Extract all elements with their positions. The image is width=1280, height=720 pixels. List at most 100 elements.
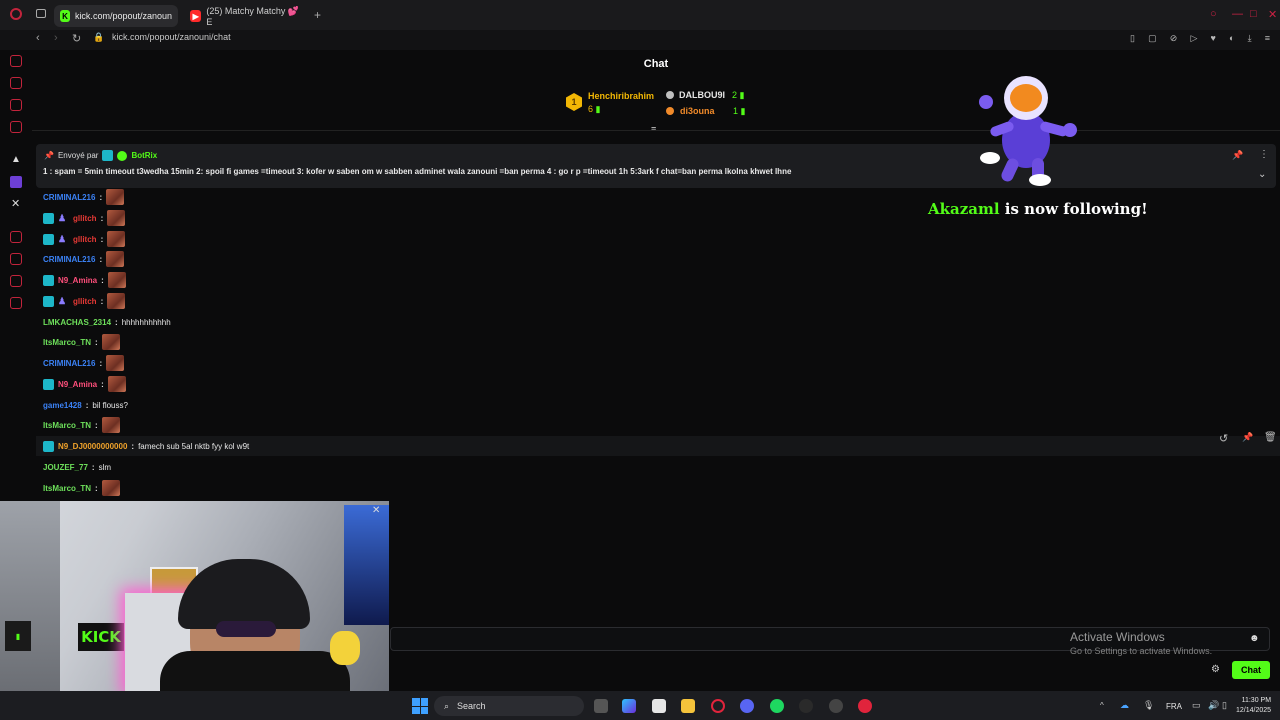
language-indicator[interactable]: FRA [1166, 702, 1182, 711]
opera-gx-icon[interactable] [858, 699, 872, 713]
taskbar-search[interactable]: ⌕ Search [434, 696, 584, 716]
emoji-icon[interactable]: ☻ [1249, 633, 1260, 644]
username[interactable]: CRIMINAL216 [43, 359, 95, 368]
emote [107, 210, 126, 226]
clock-date: 12/14/2025 [1236, 707, 1272, 714]
send-chat-button[interactable]: Chat [1232, 661, 1270, 679]
maximize-button[interactable]: □ [1250, 8, 1257, 20]
download-icon[interactable]: ⤓ [1248, 33, 1252, 43]
username[interactable]: ItsMarco_TN [43, 421, 91, 430]
close-window-button[interactable]: ✕ [1268, 8, 1277, 21]
chat-settings-icon[interactable]: ⚙ [1211, 664, 1220, 675]
astronaut-mascot-icon [979, 76, 1077, 186]
collapse-pinned-icon[interactable]: ⌄ [1258, 169, 1266, 180]
sidebar-music-icon[interactable] [10, 231, 22, 243]
bookmark-icon[interactable]: ▯ [1130, 33, 1135, 43]
spotify-icon[interactable] [770, 699, 784, 713]
chat-message: CRIMINAL216: [43, 250, 125, 268]
leaderboard-name-3[interactable]: di3ouna [680, 106, 715, 116]
username[interactable]: JOUZEF_77 [43, 463, 88, 472]
opera-logo-icon[interactable] [10, 8, 22, 20]
reply-icon[interactable]: ↺ [1219, 432, 1228, 445]
sidebar-settings-icon[interactable] [10, 297, 22, 309]
leaderboard-name-1[interactable]: Henchiribrahim [588, 91, 654, 101]
windows-activation-subtitle: Go to Settings to activate Windows. [1070, 646, 1213, 656]
new-tab-button[interactable]: + [314, 8, 321, 22]
taskbar-clock[interactable]: 11:30 PM 12/14/2025 [1236, 696, 1271, 716]
address-url[interactable]: kick.com/popout/zanouni/chat [112, 32, 231, 42]
sidebar-kick-icon[interactable]: ▲ [11, 154, 21, 165]
sidebar-x-icon[interactable]: ✕ [11, 197, 20, 210]
sidebar-twitch-icon[interactable] [10, 176, 22, 188]
minimize-button[interactable]: — [1232, 8, 1243, 20]
tab-kick-chat[interactable]: K kick.com/popout/zanoun [54, 5, 178, 27]
username[interactable]: LMKACHAS_2314 [43, 318, 111, 327]
username[interactable]: CRIMINAL216 [43, 193, 95, 202]
username[interactable]: game1428 [43, 401, 82, 410]
chat-message: LMKACHAS_2314: hhhhhhhhhhh [43, 317, 171, 327]
username[interactable]: gllitch [73, 297, 97, 306]
copilot-icon[interactable] [622, 699, 636, 713]
sidebar-history-icon[interactable] [10, 253, 22, 265]
username[interactable]: ItsMarco_TN [43, 338, 91, 347]
message-text: bil flouss? [92, 400, 128, 410]
chat-message: N9_DJ0000000000: famech sub 5al nktb fyy … [43, 437, 249, 455]
tab-youtube[interactable]: ▶ (25) Matchy Matchy 💕 E [184, 5, 308, 27]
pinned-message [36, 144, 1276, 188]
pin-message-icon[interactable]: 📌 [1242, 432, 1253, 443]
username[interactable]: ItsMarco_TN [43, 484, 91, 493]
username[interactable]: N9_Amina [58, 380, 97, 389]
sidebar-extensions-icon[interactable] [10, 275, 22, 287]
capcut-icon[interactable] [799, 699, 813, 713]
username[interactable]: gllitch [73, 235, 97, 244]
leaderboard-name-2[interactable]: DALBOU9I [679, 90, 725, 100]
kick-sign: KICK [78, 623, 124, 651]
profile-icon[interactable]: ◐ [1229, 33, 1234, 43]
follower-name: Akazaml [928, 200, 1000, 218]
show-hidden-icons[interactable]: ^ [1100, 701, 1104, 710]
sidebar-shop-icon[interactable] [10, 77, 22, 89]
snapshot-icon[interactable]: ▢ [1148, 33, 1157, 43]
adblock-icon[interactable]: ⊘ [1170, 33, 1178, 43]
onedrive-icon[interactable]: ☁ [1120, 700, 1129, 711]
og-badge-icon: ♟ [58, 212, 67, 223]
volume-icon[interactable]: 🔊 [1208, 700, 1219, 711]
battery-icon[interactable]: ▯ [1222, 700, 1227, 711]
sidebar-home-icon[interactable] [10, 55, 22, 67]
store-icon[interactable] [652, 699, 666, 713]
discord-icon[interactable] [740, 699, 754, 713]
chat-message: CRIMINAL216: [43, 354, 125, 372]
menu-icon[interactable]: ≡ [1265, 33, 1270, 43]
windows-start-icon[interactable] [412, 698, 428, 714]
play-icon[interactable]: ▷ [1190, 33, 1197, 43]
forward-button[interactable]: › [54, 32, 58, 44]
chat-message: game1428: bil flouss? [43, 400, 128, 410]
username[interactable]: N9_DJ0000000000 [58, 442, 127, 451]
unpin-icon[interactable]: 📌 [1232, 150, 1243, 161]
task-view-icon[interactable] [594, 699, 608, 713]
heart-icon[interactable]: ♥ [1211, 33, 1216, 43]
search-icon: ⌕ [444, 700, 450, 711]
file-explorer-icon[interactable] [681, 699, 695, 713]
back-button[interactable]: ‹ [36, 32, 40, 44]
sidebar-messenger-icon[interactable] [10, 99, 22, 111]
opera-taskbar-icon[interactable] [711, 699, 725, 713]
search-tabs-icon[interactable]: ○ [1210, 8, 1217, 20]
more-options-icon[interactable]: ⋮ [1259, 149, 1269, 160]
webcam-feed: KICK ▮ [0, 501, 389, 691]
microphone-icon[interactable]: 🎙 [1143, 700, 1154, 711]
emote [106, 355, 125, 371]
pinned-sender[interactable]: BotRix [131, 151, 157, 160]
reload-icon[interactable]: ↻ [72, 32, 81, 45]
display-icon[interactable]: ▭ [1192, 700, 1201, 711]
emote [107, 231, 126, 247]
sidebar-whatsapp-icon[interactable] [10, 121, 22, 133]
username[interactable]: gllitch [73, 214, 97, 223]
expand-leaderboard-icon[interactable]: ≡ [651, 124, 656, 134]
username[interactable]: N9_Amina [58, 276, 97, 285]
close-webcam-icon[interactable]: ✕ [372, 505, 380, 516]
delete-message-icon[interactable]: 🗑 [1264, 432, 1277, 443]
steam-icon[interactable] [829, 699, 843, 713]
tab-overview-icon[interactable] [36, 9, 46, 18]
username[interactable]: CRIMINAL216 [43, 255, 95, 264]
